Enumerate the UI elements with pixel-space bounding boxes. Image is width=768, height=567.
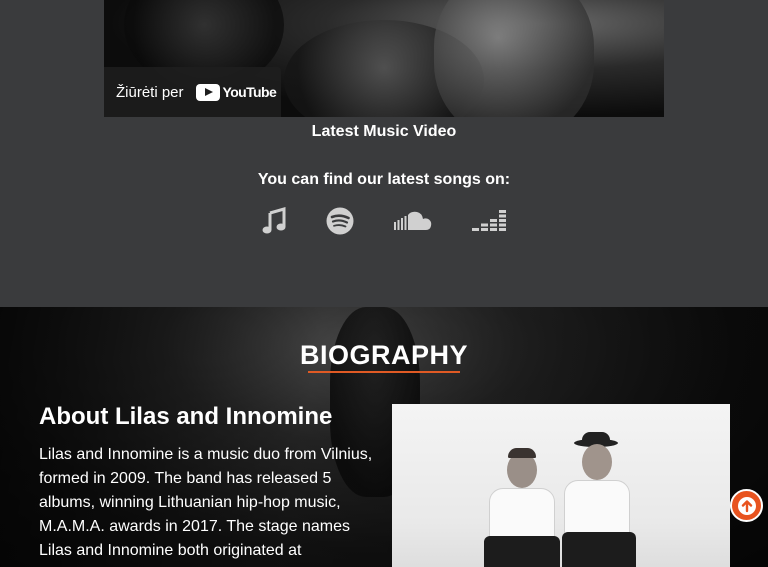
soundcloud-icon bbox=[394, 211, 432, 230]
scroll-to-top-button[interactable] bbox=[730, 489, 763, 522]
latest-video-caption: Latest Music Video bbox=[311, 123, 457, 140]
apple-music-icon bbox=[262, 207, 286, 234]
streaming-platforms bbox=[0, 205, 768, 237]
deezer-link[interactable] bbox=[472, 205, 506, 237]
arrow-up-circle-icon bbox=[737, 496, 756, 515]
band-photo bbox=[392, 404, 730, 567]
about-paragraph: Lilas and Innomine is a music duo from V… bbox=[39, 446, 373, 559]
watch-on-youtube-button[interactable]: Žiūrėti per YouTube bbox=[104, 67, 281, 117]
youtube-play-icon bbox=[195, 83, 220, 101]
youtube-logo: YouTube bbox=[195, 83, 277, 101]
youtube-wordmark: YouTube bbox=[222, 84, 277, 100]
youtube-video-embed[interactable]: Žiūrėti per YouTube bbox=[104, 0, 664, 117]
biography-underline bbox=[308, 371, 460, 373]
biography-heading: BIOGRAPHY bbox=[299, 340, 469, 370]
band-member-right-pants bbox=[562, 532, 636, 567]
music-section: Žiūrėti per YouTube Latest Music Video Y… bbox=[0, 0, 768, 307]
spotify-link[interactable] bbox=[326, 205, 354, 237]
band-member-left-hair bbox=[508, 448, 536, 458]
watch-on-label: Žiūrėti per bbox=[116, 83, 184, 101]
band-member-right-shirt bbox=[564, 480, 630, 540]
about-heading: About Lilas and Innomine bbox=[39, 403, 333, 430]
biography-section: BIOGRAPHY About Lilas and Innomine Lilas… bbox=[0, 307, 768, 567]
band-member-right-head bbox=[582, 444, 612, 480]
band-member-left-pants bbox=[484, 536, 560, 567]
spotify-icon bbox=[326, 207, 354, 235]
video-thumbnail-highlight bbox=[434, 0, 594, 117]
band-member-right-hat bbox=[582, 432, 610, 444]
songs-caption: You can find our latest songs on: bbox=[257, 171, 511, 188]
apple-music-link[interactable] bbox=[260, 205, 288, 237]
soundcloud-link[interactable] bbox=[393, 205, 433, 237]
deezer-icon bbox=[472, 210, 506, 231]
